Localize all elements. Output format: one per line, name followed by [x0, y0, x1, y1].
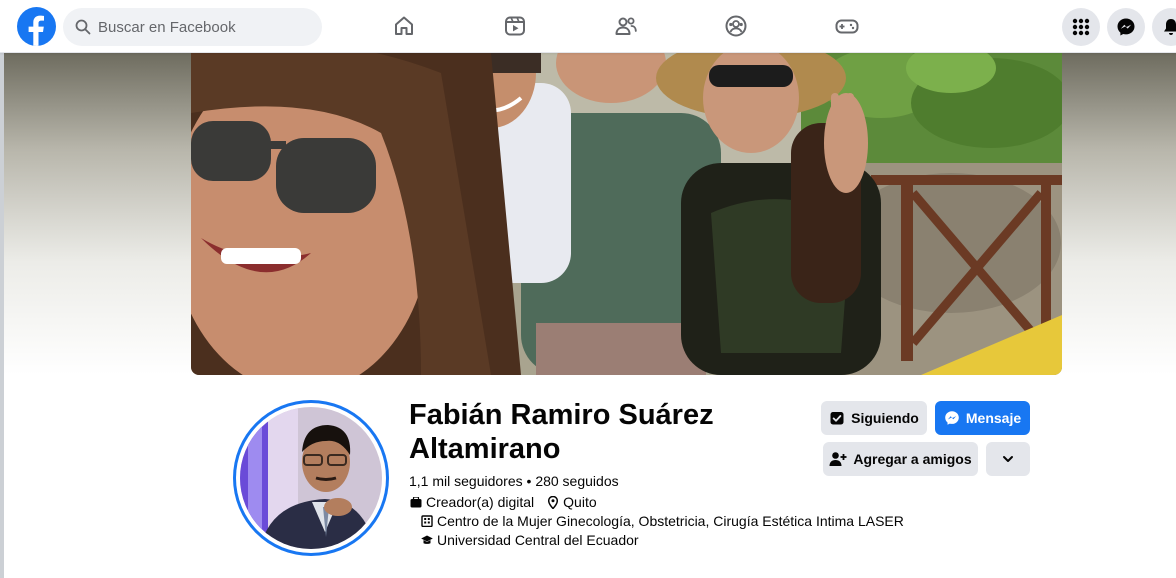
workplace-text[interactable]: Centro de la Mujer Ginecología, Obstetri…	[437, 513, 904, 529]
category-icon	[409, 495, 423, 509]
search-bar[interactable]	[63, 8, 322, 46]
following-button[interactable]: Siguiendo	[821, 401, 927, 435]
menu-grid-icon[interactable]	[1062, 8, 1100, 46]
stats-separator: •	[522, 473, 536, 489]
workplace-icon	[420, 514, 434, 528]
profile-stats: 1,1 mil seguidores • 280 seguidos	[409, 473, 619, 489]
following-check-icon	[830, 412, 844, 425]
add-friend-button[interactable]: Agregar a amigos	[823, 442, 978, 476]
video-icon[interactable]	[495, 6, 535, 46]
gaming-icon[interactable]	[827, 6, 867, 46]
profile-intro-row: Creador(a) digital Quito	[409, 494, 597, 510]
add-friend-icon	[829, 452, 847, 466]
messenger-icon	[945, 411, 959, 425]
location-text[interactable]: Quito	[563, 494, 596, 510]
location-pin-icon	[546, 495, 560, 509]
following-count[interactable]: 280 seguidos	[535, 473, 618, 489]
search-icon	[75, 19, 91, 35]
home-icon[interactable]	[384, 6, 424, 46]
followers-count[interactable]: 1,1 mil seguidores	[409, 473, 523, 489]
chevron-down-icon	[1003, 456, 1013, 462]
search-input[interactable]	[98, 18, 298, 36]
following-label: Siguiendo	[851, 410, 919, 426]
groups-icon[interactable]	[716, 6, 756, 46]
top-navigation-bar	[0, 0, 1176, 53]
education-text[interactable]: Universidad Central del Ecuador	[437, 532, 639, 548]
category-text: Creador(a) digital	[426, 494, 535, 510]
message-button[interactable]: Mensaje	[935, 401, 1030, 435]
messenger-icon[interactable]	[1107, 8, 1145, 46]
cover-photo[interactable]	[191, 53, 1062, 375]
workplace-row: Centro de la Mujer Ginecología, Obstetri…	[420, 513, 904, 529]
message-label: Mensaje	[965, 410, 1022, 426]
education-row: Universidad Central del Ecuador	[420, 532, 639, 548]
more-options-button[interactable]	[986, 442, 1030, 476]
avatar-border	[236, 403, 386, 553]
friends-icon[interactable]	[606, 6, 646, 46]
profile-avatar[interactable]	[233, 400, 389, 556]
avatar-photo	[240, 407, 382, 549]
add-friend-label: Agregar a amigos	[853, 451, 972, 467]
left-edge-divider	[0, 53, 4, 578]
notifications-icon[interactable]	[1152, 8, 1176, 46]
profile-name: Fabián Ramiro Suárez Altamirano	[409, 399, 714, 465]
facebook-logo-icon[interactable]	[17, 7, 56, 46]
graduation-cap-icon	[420, 533, 434, 547]
